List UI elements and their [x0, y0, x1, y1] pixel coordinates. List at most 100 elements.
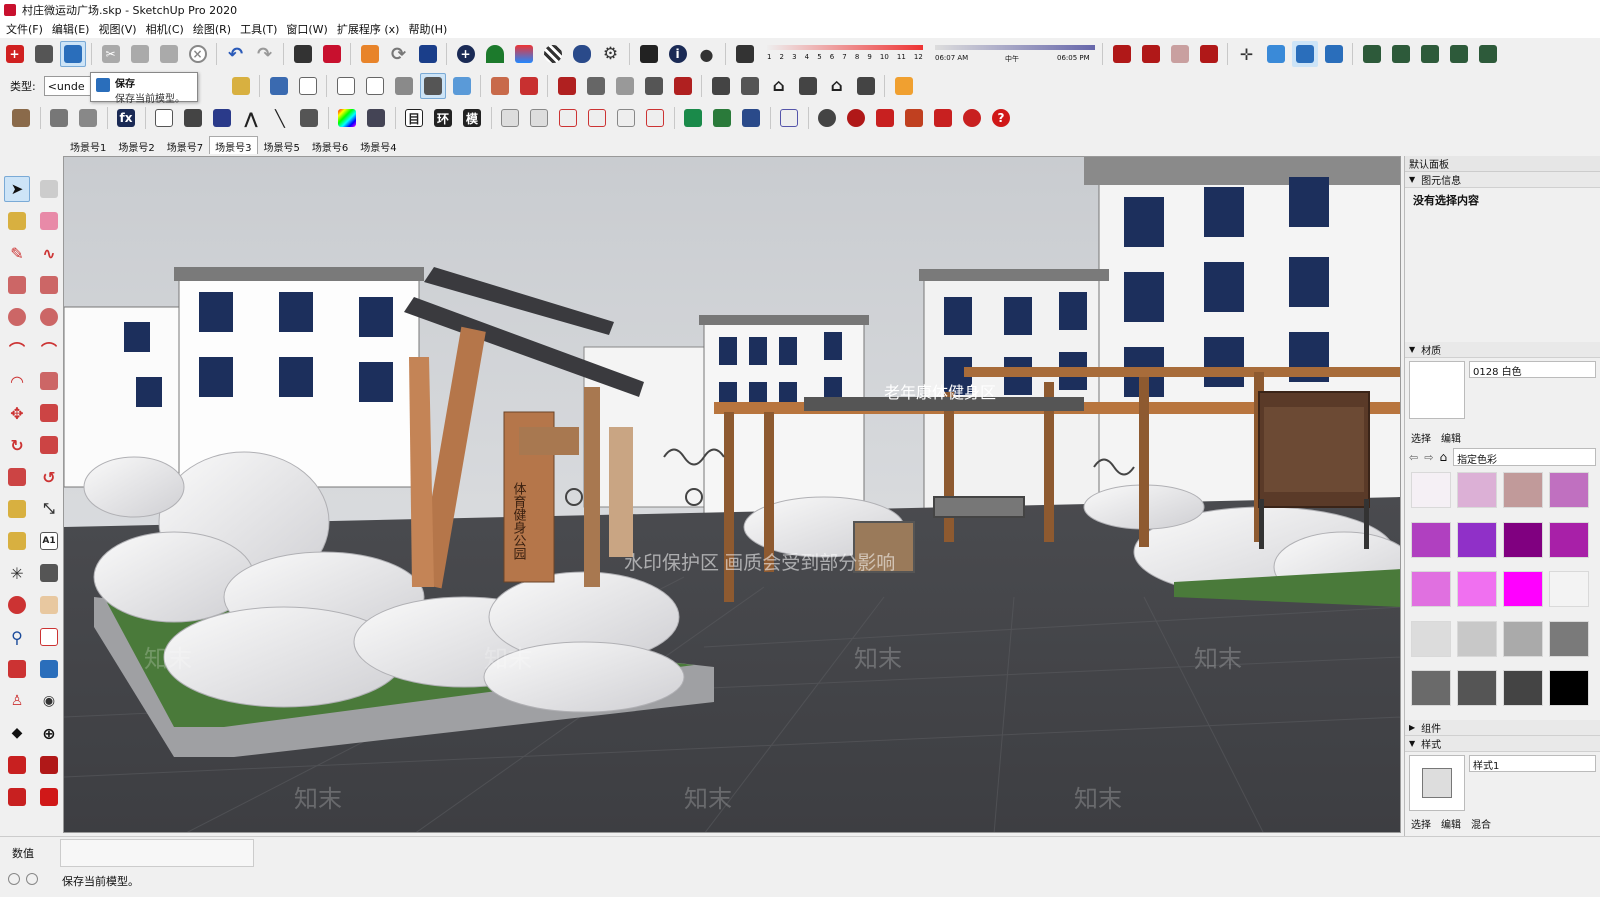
sync-button[interactable]: ⟳ — [386, 41, 412, 67]
move-tool[interactable]: ✥ — [4, 400, 30, 426]
dimension-tool[interactable]: ⤡ — [36, 496, 62, 522]
material-swatch[interactable] — [1549, 571, 1589, 608]
eraser-tool[interactable] — [36, 208, 62, 234]
component-a-button[interactable] — [46, 105, 72, 131]
line-tool[interactable]: ✎ — [4, 240, 30, 266]
account-button[interactable]: ● — [694, 41, 720, 67]
material-swatch[interactable] — [1503, 670, 1543, 707]
materials-tab-select[interactable]: 选择 — [1411, 430, 1431, 445]
table-button[interactable]: 目 — [401, 105, 427, 131]
axes-button[interactable]: ✛ — [1234, 41, 1260, 67]
print-button[interactable] — [290, 41, 316, 67]
preferences-button[interactable]: ⚙ — [598, 41, 624, 67]
section-cut-button[interactable] — [1291, 41, 1318, 67]
box-b-button[interactable] — [180, 105, 206, 131]
xray-button[interactable] — [1109, 41, 1135, 67]
circle-tool[interactable] — [4, 304, 30, 330]
fx-button[interactable]: fx — [113, 105, 139, 131]
rectangle-tool[interactable] — [4, 272, 30, 298]
shadows-toggle-button[interactable] — [732, 41, 758, 67]
color-grid-button[interactable] — [334, 105, 360, 131]
look-around-tool[interactable]: ◉ — [36, 688, 62, 714]
scale-tool[interactable] — [4, 464, 30, 490]
pan-tool[interactable] — [36, 592, 62, 618]
erase-button[interactable]: × — [185, 41, 211, 67]
zoom-window-tool[interactable] — [36, 624, 62, 650]
sandbox-button[interactable] — [511, 41, 537, 67]
copy-button[interactable] — [127, 41, 153, 67]
ruby-b-tool[interactable] — [36, 752, 62, 778]
menu-extensions[interactable]: 扩展程序 (x) — [335, 21, 407, 37]
email-button[interactable] — [636, 41, 662, 67]
gem-tool[interactable] — [36, 784, 62, 810]
box-a-button[interactable] — [151, 105, 177, 131]
warehouse-button[interactable] — [357, 41, 383, 67]
doc-f-button[interactable] — [642, 105, 668, 131]
redo-button[interactable]: ↷ — [252, 41, 278, 67]
undo-button[interactable]: ↶ — [223, 41, 249, 67]
scene-tab-4[interactable]: 场景号4 — [354, 136, 402, 154]
house-e-button[interactable]: ⌂ — [824, 73, 850, 99]
export-b-button[interactable] — [709, 105, 735, 131]
3d-text-tool[interactable] — [36, 560, 62, 586]
tree-button[interactable] — [482, 41, 508, 67]
arc-3pt-tool[interactable]: ◠ — [4, 368, 30, 394]
paste-button[interactable] — [156, 41, 182, 67]
orbit-tool[interactable] — [4, 592, 30, 618]
material-name-field[interactable]: 0128 白色 — [1469, 361, 1596, 378]
wireframe-button[interactable] — [1167, 41, 1193, 67]
triangle-button[interactable] — [209, 105, 235, 131]
menu-view[interactable]: 视图(V) — [96, 21, 143, 37]
material-swatch[interactable] — [1549, 670, 1589, 707]
material-swatch[interactable] — [1549, 521, 1589, 558]
iso-view-button[interactable] — [1359, 41, 1385, 67]
edge-style-button[interactable] — [295, 73, 321, 99]
section-plane-button[interactable] — [1263, 41, 1289, 67]
forward-arrow-icon[interactable]: ⇨ — [1424, 451, 1433, 464]
tool-c-button[interactable] — [554, 73, 580, 99]
material-swatch[interactable] — [1457, 571, 1497, 608]
styles-tab-select[interactable]: 选择 — [1411, 816, 1431, 831]
tool-b-button[interactable] — [516, 73, 542, 99]
house-f-button[interactable] — [853, 73, 879, 99]
style-name-field[interactable]: 样式1 — [1469, 755, 1596, 772]
face-style-button[interactable] — [266, 73, 292, 99]
model-viewport[interactable]: 体育健身公园 老年康体健身区 水印保护区 画质会受到部分影响 知末 知末 知末 … — [63, 156, 1401, 833]
rotated-rect-tool[interactable] — [36, 272, 62, 298]
doc-b-button[interactable] — [526, 105, 552, 131]
material-swatch[interactable] — [1411, 571, 1451, 608]
entity-info-header[interactable]: ▼ 图元信息 — [1405, 172, 1600, 188]
monochrome-style-button[interactable] — [449, 73, 475, 99]
materials-tab-edit[interactable]: 编辑 — [1441, 430, 1461, 445]
wireframe-style-button[interactable] — [333, 73, 359, 99]
arc-tool[interactable]: ⌒ — [4, 336, 30, 362]
curve-button[interactable] — [776, 105, 802, 131]
tool-a-button[interactable] — [487, 73, 513, 99]
house-b-button[interactable] — [737, 73, 763, 99]
freehand-tool[interactable]: ∿ — [36, 240, 62, 266]
zoom-extents-tool[interactable] — [4, 656, 30, 682]
menu-help[interactable]: 帮助(H) — [406, 21, 454, 37]
book-button[interactable] — [930, 105, 956, 131]
text-tool[interactable]: A1 — [36, 528, 62, 554]
menu-camera[interactable]: 相机(C) — [144, 21, 191, 37]
shadow-time-slider[interactable]: 06:07 AM 中午 06:05 PM — [933, 41, 1098, 67]
textured-style-button[interactable] — [419, 73, 446, 99]
components-header[interactable]: ▶ 组件 — [1405, 720, 1600, 736]
styles-header[interactable]: ▼ 样式 — [1405, 736, 1600, 752]
cloud-upload-button[interactable] — [569, 41, 595, 67]
add-location-button[interactable]: + — [453, 41, 479, 67]
material-swatch[interactable] — [1457, 670, 1497, 707]
shadow-date-slider[interactable]: 1 2 3 4 5 6 7 8 9 10 11 12 — [765, 41, 925, 67]
component-b-button[interactable] — [75, 105, 101, 131]
material-swatch[interactable] — [1457, 521, 1497, 558]
transfer-button[interactable] — [415, 41, 441, 67]
material-swatch[interactable] — [1549, 472, 1589, 508]
scene-tab-1[interactable]: 场景号1 — [64, 136, 112, 154]
previous-view-tool[interactable] — [36, 656, 62, 682]
scale-button[interactable] — [363, 105, 389, 131]
tool-g-button[interactable] — [670, 73, 696, 99]
styles-tab-edit[interactable]: 编辑 — [1441, 816, 1461, 831]
doc-a-button[interactable] — [497, 105, 523, 131]
tape-tool[interactable] — [4, 496, 30, 522]
